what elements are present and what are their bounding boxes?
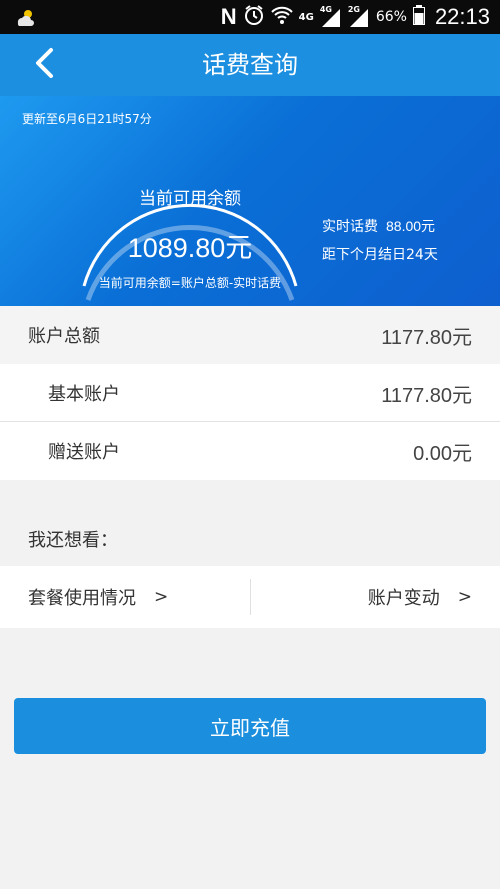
realtime-fee: 实时话费 88.00元 [322, 216, 435, 236]
account-gift-amount: 0.00元 [413, 442, 472, 465]
package-usage-link[interactable]: 套餐使用情况 > [0, 566, 250, 628]
battery-percent: 66% [375, 9, 407, 25]
status-bar: N 4G 4G 2G 66% 22:13 [0, 0, 500, 34]
clock: 22:13 [434, 4, 490, 29]
balance-card: 更新至6月6日21时57分 当前可用余额 1089.80元 当前可用余额=账户总… [0, 96, 500, 306]
quick-links: 套餐使用情况 > 账户变动 > [0, 566, 500, 628]
page-title: 话费查询 [202, 51, 298, 79]
network-4g-label: 4G [298, 11, 314, 23]
signal-2g-icon: 2G [348, 5, 370, 27]
account-gift-label: 赠送账户 [48, 442, 120, 463]
updated-time: 更新至6月6日21时57分 [22, 112, 152, 126]
chevron-right-icon: > [154, 587, 169, 607]
app-header: 话费查询 [0, 34, 500, 96]
n-indicator: N [220, 4, 237, 29]
chevron-right-icon: > [457, 587, 472, 607]
account-basic-row: 基本账户 1177.80元 [0, 364, 500, 422]
recharge-button[interactable]: 立即充值 [14, 698, 486, 754]
weather-icon [14, 7, 38, 27]
account-total-amount: 1177.80元 [381, 326, 472, 349]
account-total-label: 账户总额 [28, 326, 100, 347]
realtime-fee-label: 实时话费 [322, 219, 378, 235]
more-section-label: 我还想看： [28, 530, 118, 551]
balance-formula: 当前可用余额=账户总额-实时话费 [98, 276, 282, 290]
account-list: 账户总额 1177.80元 基本账户 1177.80元 赠送账户 0.00元 [0, 306, 500, 480]
account-changes-link[interactable]: 账户变动 > [251, 566, 500, 628]
account-basic-label: 基本账户 [48, 384, 120, 405]
battery-icon [412, 5, 425, 29]
account-basic-amount: 1177.80元 [381, 384, 472, 407]
alarm-icon [243, 4, 265, 30]
realtime-fee-value: 88.00元 [386, 218, 436, 234]
account-total-row: 账户总额 1177.80元 [0, 306, 500, 364]
balance-label: 当前可用余额 [139, 189, 241, 209]
account-gift-row: 赠送账户 0.00元 [0, 422, 500, 480]
wifi-icon [270, 5, 293, 29]
balance-amount: 1089.80元 [127, 233, 253, 263]
signal-4g-icon: 4G [320, 5, 342, 27]
billing-days-remaining: 距下个月结日24天 [322, 247, 438, 263]
